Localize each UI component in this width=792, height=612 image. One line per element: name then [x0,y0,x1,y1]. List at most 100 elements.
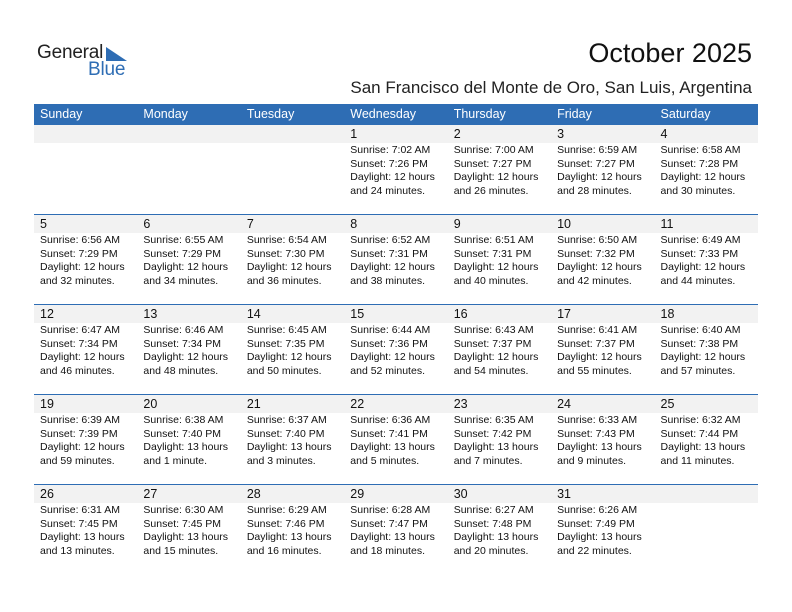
day-number: 3 [557,127,565,141]
sunrise-time: Sunrise: 6:47 AM [40,324,120,336]
day-cell: Sunrise: 6:31 AM Sunset: 7:45 PM Daylight:… [34,503,137,574]
sunrise-time: Sunrise: 6:38 AM [143,414,224,426]
week-day-numbers: 19 20 21 22 23 24 25 [34,395,758,413]
week-day-details: Sunrise: 6:39 AM Sunset: 7:39 PM Daylight:… [34,413,758,484]
daylight-duration: and 52 minutes. [350,364,425,377]
sunset-time: Sunset: 7:49 PM [557,517,635,530]
day-number [137,125,240,143]
sunset-time: Sunset: 7:44 PM [660,427,739,440]
day-number: 17 [557,307,572,321]
sunrise-time: Sunrise: 6:56 AM [40,234,120,246]
sunset-time: Sunset: 7:31 PM [350,247,428,260]
daylight-duration: and 22 minutes. [557,544,632,557]
location-subtitle: San Francisco del Monte de Oro, San Luis… [350,78,752,97]
sunset-time: Sunset: 7:41 PM [350,427,428,440]
sunrise-time: Sunrise: 6:28 AM [350,504,431,516]
day-number [34,125,137,143]
day-number: 23 [453,397,468,411]
sunrise-time: Sunrise: 6:40 AM [660,324,741,336]
day-number: 19 [40,397,54,411]
daylight-duration: Daylight: 12 hours [40,441,125,454]
sunset-time: Sunset: 7:30 PM [246,247,325,260]
sunset-time: Sunset: 7:39 PM [40,427,118,440]
daylight-duration: and 15 minutes. [143,544,219,557]
sunset-time: Sunset: 7:45 PM [40,517,118,530]
daylight-duration: Daylight: 13 hours [660,441,746,454]
week-day-details: Sunrise: 6:31 AM Sunset: 7:45 PM Daylight:… [34,503,758,574]
daylight-duration: and 48 minutes. [143,364,219,377]
day-number: 14 [246,307,261,321]
sunrise-time: Sunrise: 6:33 AM [557,414,638,426]
daylight-duration: and 28 minutes. [557,184,632,197]
day-cell: Sunrise: 6:29 AM Sunset: 7:46 PM Daylight:… [241,503,344,574]
sunset-time: Sunset: 7:35 PM [246,337,325,350]
day-cell: Sunrise: 6:37 AM Sunset: 7:40 PM Daylight:… [241,413,344,484]
daylight-duration: Daylight: 12 hours [350,261,435,274]
daylight-duration: Daylight: 12 hours [246,351,332,364]
sunrise-time: Sunrise: 6:50 AM [557,234,638,246]
daylight-duration: Daylight: 12 hours [453,351,539,364]
day-number: 5 [40,217,47,231]
weekday-tuesday: Tuesday [246,107,295,121]
daylight-duration: and 59 minutes. [40,454,115,467]
daylight-duration: and 24 minutes. [350,184,425,197]
daylight-duration: Daylight: 12 hours [246,261,332,274]
sunrise-time: Sunrise: 6:35 AM [453,414,534,426]
sunset-time: Sunset: 7:26 PM [350,157,428,170]
day-cell [34,143,137,214]
daylight-duration: and 30 minutes. [660,184,736,197]
sunset-time: Sunset: 7:42 PM [453,427,532,440]
daylight-duration: Daylight: 13 hours [350,531,435,544]
daylight-duration: Daylight: 13 hours [40,531,125,544]
day-number: 10 [557,217,572,231]
day-cell: Sunrise: 6:36 AM Sunset: 7:41 PM Daylight:… [344,413,447,484]
daylight-duration: and 20 minutes. [453,544,529,557]
day-cell: Sunrise: 6:58 AM Sunset: 7:28 PM Daylight:… [655,143,758,214]
day-number: 11 [660,217,674,231]
day-cell [655,503,758,574]
day-number: 16 [453,307,468,321]
daylight-duration: Daylight: 12 hours [40,351,125,364]
daylight-duration: and 9 minutes. [557,454,626,467]
daylight-duration: and 55 minutes. [557,364,632,377]
sunset-time: Sunset: 7:46 PM [246,517,325,530]
daylight-duration: and 16 minutes. [246,544,322,557]
weekday-thursday: Thursday [453,107,506,121]
calendar-week: 26 27 28 29 30 31 Sunrise: 6:31 AM Sunset: 7:45… [34,484,758,574]
sunrise-time: Sunrise: 6:52 AM [350,234,431,246]
sunrise-time: Sunrise: 6:49 AM [660,234,741,246]
page-title: October 2025 [588,38,752,68]
daylight-duration: Daylight: 13 hours [557,531,642,544]
sunrise-time: Sunrise: 6:32 AM [660,414,741,426]
sunrise-time: Sunrise: 7:00 AM [453,144,534,156]
weekday-saturday: Saturday [660,107,711,121]
day-cell: Sunrise: 7:00 AM Sunset: 7:27 PM Daylight:… [448,143,551,214]
sunset-time: Sunset: 7:40 PM [143,427,222,440]
day-number: 13 [143,307,158,321]
week-day-details: Sunrise: 6:47 AM Sunset: 7:34 PM Daylight:… [34,323,758,394]
daylight-duration: Daylight: 12 hours [660,171,746,184]
sunset-time: Sunset: 7:28 PM [660,157,739,170]
logo: General Blue [37,42,137,82]
weekday-sunday: Sunday [40,107,83,121]
day-number: 30 [453,487,468,501]
daylight-duration: and 7 minutes. [453,454,523,467]
day-number: 4 [660,127,668,141]
sunrise-time: Sunrise: 6:43 AM [453,324,534,336]
day-cell: Sunrise: 6:40 AM Sunset: 7:38 PM Daylight:… [655,323,758,394]
sunset-time: Sunset: 7:29 PM [143,247,222,260]
daylight-duration: Daylight: 13 hours [246,441,332,454]
sunset-time: Sunset: 7:47 PM [350,517,428,530]
sunset-time: Sunset: 7:37 PM [453,337,532,350]
daylight-duration: and 46 minutes. [40,364,115,377]
daylight-duration: Daylight: 13 hours [557,441,642,454]
daylight-duration: Daylight: 12 hours [557,351,642,364]
weekday-friday: Friday [557,107,592,121]
daylight-duration: Daylight: 12 hours [143,351,229,364]
sunrise-time: Sunrise: 6:31 AM [40,504,120,516]
week-day-details: Sunrise: 6:56 AM Sunset: 7:29 PM Daylight:… [34,233,758,304]
daylight-duration: Daylight: 13 hours [143,441,229,454]
day-number [241,125,344,143]
day-cell: Sunrise: 6:55 AM Sunset: 7:29 PM Daylight:… [137,233,240,304]
daylight-duration: and 32 minutes. [40,274,115,287]
